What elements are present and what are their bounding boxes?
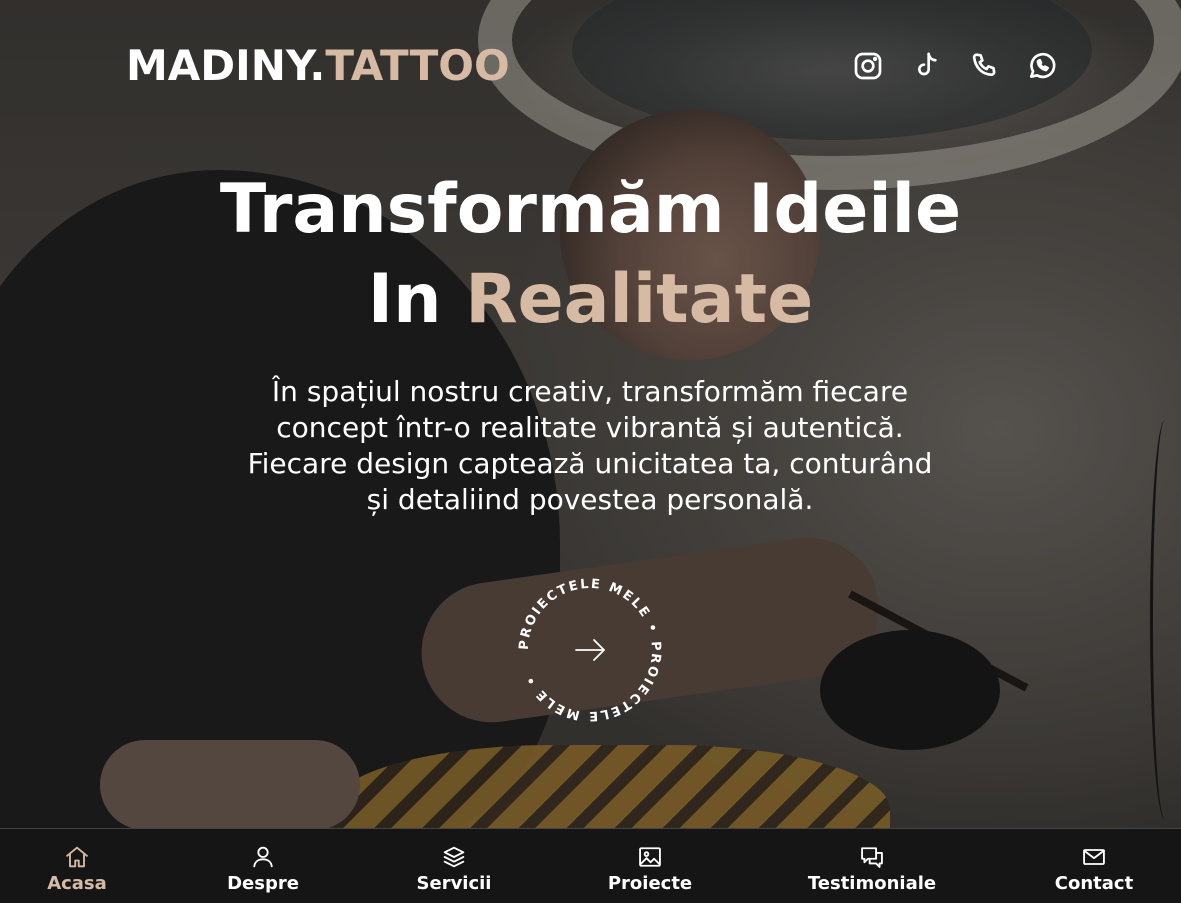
- whatsapp-icon: [1030, 52, 1056, 79]
- nav-item-proiecte[interactable]: Proiecte: [575, 829, 725, 903]
- circle-cta-graphic: PROIECTELE MELE • PROIECTELE MELE •: [517, 577, 661, 723]
- arrow-right-icon: [575, 639, 605, 661]
- user-icon: [253, 846, 273, 868]
- nav-label-despre: Despre: [227, 873, 299, 894]
- instagram-link[interactable]: [850, 48, 886, 84]
- nav-label-contact: Contact: [1054, 873, 1134, 894]
- social-links: [850, 48, 1060, 84]
- headline-line-2-accent: Realitate: [465, 260, 814, 339]
- hero-headline: Transformăm Ideile In Realitate: [0, 165, 1181, 345]
- tiktok-link[interactable]: [908, 48, 944, 84]
- mail-icon: [1083, 849, 1105, 865]
- phone-link[interactable]: [966, 48, 1002, 84]
- chat-icon: [861, 847, 883, 868]
- nav-item-acasa[interactable]: Acasa: [2, 829, 152, 903]
- tiktok-icon: [918, 52, 937, 76]
- phone-icon: [972, 53, 996, 76]
- nav-item-servicii[interactable]: Servicii: [379, 829, 529, 903]
- nav-label-acasa: Acasa: [47, 873, 107, 894]
- nav-item-testimoniale[interactable]: Testimoniale: [797, 829, 947, 903]
- brand-logo[interactable]: MADINY.TATTOO: [126, 40, 510, 92]
- headline-line-1: Transformăm Ideile: [219, 170, 962, 249]
- nav-label-testimoniale: Testimoniale: [807, 873, 937, 894]
- nav-label-servicii: Servicii: [416, 873, 492, 894]
- image-icon: [639, 847, 661, 867]
- hero-lead-text: În spațiul nostru creativ, transformăm f…: [247, 375, 933, 516]
- brand-main: MADINY.: [126, 41, 326, 90]
- nav-item-despre[interactable]: Despre: [188, 829, 338, 903]
- bottom-navigation: Acasa Despre Servicii Proiecte Testimoni…: [0, 828, 1181, 903]
- projects-circle-button[interactable]: PROIECTELE MELE • PROIECTELE MELE •: [510, 570, 670, 730]
- instagram-icon: [854, 52, 882, 80]
- layers-icon: [443, 846, 465, 868]
- home-icon: [66, 846, 88, 868]
- brand-accent: TATTOO: [325, 41, 510, 90]
- whatsapp-link[interactable]: [1024, 48, 1060, 84]
- headline-line-2-prefix: In: [367, 260, 466, 339]
- nav-label-proiecte: Proiecte: [607, 873, 693, 894]
- nav-item-contact[interactable]: Contact: [1019, 829, 1169, 903]
